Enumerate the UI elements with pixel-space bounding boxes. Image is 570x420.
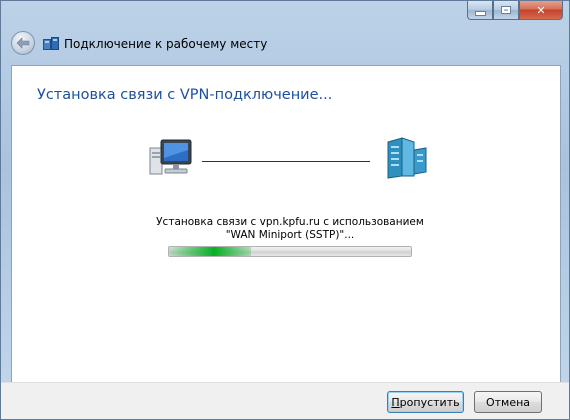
progress-bar-fill [169, 247, 252, 256]
cancel-button[interactable]: Отмена [474, 391, 542, 413]
connection-line [202, 161, 370, 162]
maximize-icon [501, 6, 511, 14]
server-icon [387, 137, 427, 179]
skip-button[interactable]: Пропустить [387, 391, 464, 413]
progress-bar [168, 246, 412, 257]
maximize-button[interactable] [493, 1, 519, 20]
minimize-icon [474, 10, 486, 16]
page-heading: Установка связи с VPN-подключение... [37, 87, 333, 103]
window-title: Подключение к рабочему месту [64, 37, 268, 51]
skip-button-mnemonic: П [391, 395, 400, 409]
back-button[interactable] [11, 31, 35, 55]
button-bar: Пропустить Отмена [1, 382, 569, 419]
back-arrow-icon [16, 37, 30, 49]
minimize-button[interactable] [467, 1, 493, 20]
computer-icon [149, 139, 192, 175]
skip-button-label: ропустить [399, 395, 460, 409]
dialog-window: ✕ Подключение к рабочему месту Установка… [0, 0, 570, 420]
network-connection-icon [43, 37, 59, 50]
connection-diagram [12, 136, 560, 180]
caption-buttons: ✕ [467, 1, 563, 21]
status-text: Установка связи с vpn.kpfu.ru с использо… [156, 216, 424, 241]
title-bar: Подключение к рабочему месту [1, 29, 569, 59]
close-icon: ✕ [536, 3, 546, 17]
close-button[interactable]: ✕ [519, 1, 563, 20]
content-area: Установка связи с VPN-подключение... Уст… [11, 65, 561, 413]
